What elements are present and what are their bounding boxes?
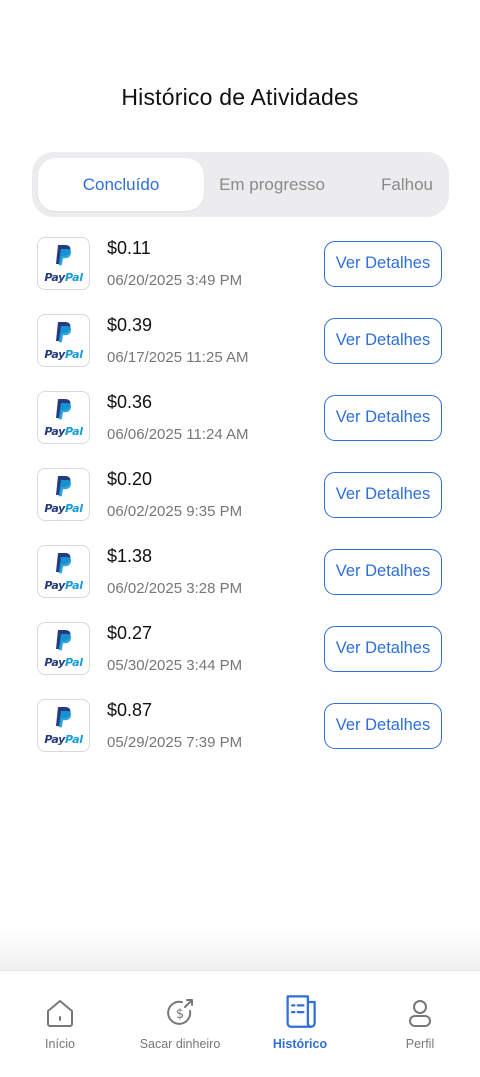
list-item: PayPal $0.20 06/02/2025 9:35 PM Ver Deta…: [0, 467, 480, 544]
ver-detalhes-button[interactable]: Ver Detalhes: [324, 318, 442, 364]
transaction-date: 06/06/2025 11:24 AM: [107, 426, 249, 443]
tab-falhou[interactable]: Falhou: [340, 158, 474, 211]
bottom-nav: Início $ Sacar dinheiro Histórico Perfil: [0, 970, 480, 1077]
nav-perfil[interactable]: Perfil: [360, 971, 480, 1077]
list-item: PayPal $0.87 05/29/2025 7:39 PM Ver Deta…: [0, 698, 480, 775]
tab-em-progresso[interactable]: Em progresso: [204, 158, 340, 211]
transaction-date: 05/30/2025 3:44 PM: [107, 657, 243, 674]
transaction-date: 06/02/2025 3:28 PM: [107, 580, 243, 597]
list-item: PayPal $0.36 06/06/2025 11:24 AM Ver Det…: [0, 390, 480, 467]
nav-label: Perfil: [405, 1037, 435, 1051]
home-icon: [47, 1000, 73, 1027]
ver-detalhes-button[interactable]: Ver Detalhes: [324, 549, 442, 595]
list-item: PayPal $0.27 05/30/2025 3:44 PM Ver Deta…: [0, 621, 480, 698]
transaction-date: 06/20/2025 3:49 PM: [107, 272, 243, 289]
nav-label: Sacar dinheiro: [139, 1037, 221, 1051]
paypal-logo-icon: PayPal: [37, 699, 90, 752]
list-item: PayPal $0.39 06/17/2025 11:25 AM Ver Det…: [0, 313, 480, 390]
ver-detalhes-button[interactable]: Ver Detalhes: [324, 241, 442, 287]
transaction-amount: $0.20: [107, 469, 153, 489]
paypal-logo-icon: PayPal: [37, 237, 90, 290]
nav-inicio[interactable]: Início: [0, 971, 120, 1077]
transaction-amount: $0.11: [107, 238, 151, 258]
nav-label: Início: [45, 1037, 75, 1051]
transaction-date: 06/02/2025 9:35 PM: [107, 503, 243, 520]
transaction-list: PayPal $0.11 06/20/2025 3:49 PM Ver Deta…: [0, 236, 480, 775]
ver-detalhes-button[interactable]: Ver Detalhes: [324, 703, 442, 749]
transaction-amount: $0.39: [107, 315, 153, 335]
page-title: Histórico de Atividades: [121, 84, 359, 110]
paypal-logo-icon: PayPal: [37, 545, 90, 598]
nav-shadow: [0, 928, 480, 970]
transaction-amount: $0.27: [107, 623, 153, 643]
transaction-date: 06/17/2025 11:25 AM: [107, 349, 249, 366]
user-icon: [409, 1000, 431, 1027]
paypal-logo-icon: PayPal: [37, 314, 90, 367]
transaction-amount: $0.87: [107, 700, 153, 720]
transaction-amount: $1.38: [107, 546, 153, 566]
ver-detalhes-button[interactable]: Ver Detalhes: [324, 395, 442, 441]
status-tabs: Concluído Em progresso Falhou: [32, 152, 449, 217]
paypal-logo-icon: PayPal: [37, 391, 90, 444]
list-item: PayPal $0.11 06/20/2025 3:49 PM Ver Deta…: [0, 236, 480, 313]
nav-sacar-dinheiro[interactable]: $ Sacar dinheiro: [120, 971, 240, 1077]
cash-withdraw-icon: $: [167, 999, 193, 1025]
paypal-logo-icon: PayPal: [37, 622, 90, 675]
paypal-logo-icon: PayPal: [37, 468, 90, 521]
ver-detalhes-button[interactable]: Ver Detalhes: [324, 626, 442, 672]
tab-concluido[interactable]: Concluído: [38, 158, 204, 211]
nav-label: Histórico: [272, 1037, 328, 1051]
svg-text:$: $: [176, 1007, 184, 1022]
list-item: PayPal $1.38 06/02/2025 3:28 PM Ver Deta…: [0, 544, 480, 621]
nav-historico[interactable]: Histórico: [240, 971, 360, 1077]
ver-detalhes-button[interactable]: Ver Detalhes: [324, 472, 442, 518]
receipt-icon: [286, 995, 316, 1028]
transaction-date: 05/29/2025 7:39 PM: [107, 734, 243, 751]
transaction-amount: $0.36: [107, 392, 153, 412]
